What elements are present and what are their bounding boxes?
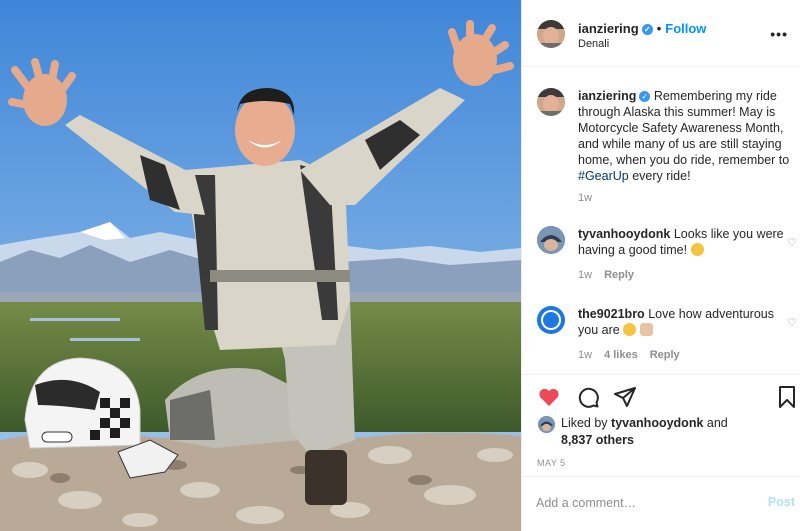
post-header: ianziering ✓ • Follow Denali ••• [522, 0, 800, 67]
comments-list[interactable]: ianziering ✓ Remembering my ride through … [522, 68, 800, 373]
share-icon[interactable] [613, 385, 637, 409]
post-location[interactable]: Denali [578, 38, 609, 50]
add-comment-bar: Post [522, 476, 800, 531]
commenter-avatar[interactable] [537, 306, 565, 334]
commenter-username[interactable]: tyvanhooydonk [578, 227, 670, 241]
comment-text: tyvanhooydonk Looks like you were having… [578, 226, 793, 258]
more-icon[interactable]: ••• [770, 26, 788, 42]
heart-icon[interactable] [537, 385, 561, 409]
liked-by-and: and [703, 416, 728, 430]
photo-illustration [0, 0, 521, 531]
commenter-username[interactable]: the9021bro [578, 307, 645, 321]
comment-meta: 1w Reply [578, 269, 646, 281]
reply-button[interactable]: Reply [650, 349, 680, 361]
verified-icon: ✓ [641, 24, 653, 35]
caption-body-end: every ride! [628, 169, 691, 183]
commenter-avatar[interactable] [537, 226, 565, 254]
verified-icon: ✓ [639, 91, 651, 102]
comment-time[interactable]: 1w [578, 269, 592, 281]
hashtag-link[interactable]: #GearUp [578, 169, 629, 183]
caption-time[interactable]: 1w [578, 192, 592, 204]
owner-avatar[interactable] [537, 20, 565, 48]
add-comment-input[interactable] [536, 494, 736, 512]
liked-by-line: Liked by tyvanhooydonk and [561, 416, 728, 430]
header-user-line: ianziering ✓ • Follow [578, 21, 706, 36]
reply-button[interactable]: Reply [604, 269, 634, 281]
fist-emoji-icon [639, 323, 653, 336]
separator-dot: • [656, 21, 662, 36]
caption-avatar[interactable] [537, 88, 565, 116]
bookmark-icon[interactable] [775, 385, 799, 409]
action-bar [522, 374, 800, 418]
liked-by-prefix: Liked by [561, 416, 612, 430]
comment-icon[interactable] [576, 385, 600, 409]
post-side-panel: ianziering ✓ • Follow Denali ••• ianziering… [521, 0, 800, 531]
post-date[interactable]: MAY 5 [537, 458, 566, 468]
instagram-post-view: ianziering ✓ • Follow Denali ••• ianziering… [0, 0, 800, 531]
post-comment-button[interactable]: Post [768, 495, 795, 509]
comment-like-icon[interactable]: ♡ [787, 236, 797, 249]
caption-text: ianziering ✓ Remembering my ride through … [578, 88, 793, 184]
post-photo[interactable] [0, 0, 521, 531]
sunglasses-emoji-icon [623, 323, 637, 336]
comment-likes[interactable]: 4 likes [604, 349, 638, 361]
caption-meta: 1w [578, 192, 604, 204]
cowboy-emoji-icon [690, 243, 704, 256]
follow-button[interactable]: Follow [665, 21, 706, 36]
comment-text: the9021bro Love how adventurous you are [578, 306, 793, 338]
comment-time[interactable]: 1w [578, 349, 592, 361]
owner-username[interactable]: ianziering [578, 21, 639, 36]
liker-avatar[interactable] [538, 416, 555, 433]
comment-meta: 1w 4 likes Reply [578, 349, 692, 361]
caption-username[interactable]: ianziering [578, 89, 636, 103]
liked-by-user[interactable]: tyvanhooydonk [611, 416, 703, 430]
comment-like-icon[interactable]: ♡ [787, 316, 797, 329]
likes-count[interactable]: 8,837 others [561, 433, 634, 447]
